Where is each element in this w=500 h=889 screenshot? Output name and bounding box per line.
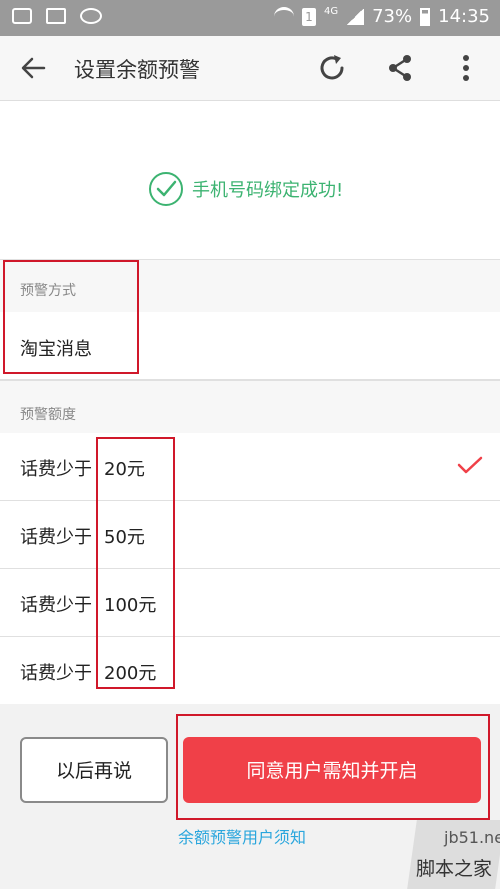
signal-icon xyxy=(346,8,365,25)
share-icon[interactable] xyxy=(384,52,416,84)
amount-option-prefix: 话费少于 xyxy=(20,527,92,548)
wechat-notification-icon xyxy=(80,8,102,24)
watermark-url: jb51.net xyxy=(444,828,500,847)
amount-option-100[interactable]: 话费少于 100元 xyxy=(0,569,500,637)
amount-section-header: 预警额度 xyxy=(0,380,500,434)
clock: 14:35 xyxy=(438,6,490,27)
gallery-notification-icon xyxy=(12,8,32,24)
annotation-box-method xyxy=(3,260,139,374)
app-bar: 设置余额预警 xyxy=(0,36,500,101)
amount-option-prefix: 话费少于 xyxy=(20,595,92,616)
amount-option-prefix: 话费少于 xyxy=(20,459,92,480)
sim-icon: 1 xyxy=(301,7,316,26)
annotation-box-agree xyxy=(176,714,490,820)
amount-option-prefix: 话费少于 xyxy=(20,663,92,684)
success-check-icon xyxy=(149,172,183,206)
amount-header-label: 预警额度 xyxy=(20,407,76,423)
amount-option-20[interactable]: 话费少于 20元 xyxy=(0,433,500,501)
wifi-icon xyxy=(273,7,294,26)
watermark-name: 脚本之家 xyxy=(416,858,493,880)
user-notice-link[interactable]: 余额预警用户须知 xyxy=(178,824,306,848)
site-watermark: jb51.net 脚本之家 xyxy=(400,820,500,889)
battery-icon xyxy=(420,7,431,26)
later-button[interactable]: 以后再说 xyxy=(20,737,168,803)
bind-success-panel: 手机号码绑定成功! xyxy=(0,101,500,259)
amount-option-200[interactable]: 话费少于 200元 xyxy=(0,637,500,705)
status-right: 1 4G 73% 14:35 xyxy=(273,6,490,27)
annotation-box-amounts xyxy=(96,437,175,689)
back-arrow-icon[interactable] xyxy=(18,53,48,83)
amount-option-50[interactable]: 话费少于 50元 xyxy=(0,501,500,569)
battery-percent: 73% xyxy=(372,6,413,27)
page-title: 设置余额预警 xyxy=(74,58,200,82)
success-message: 手机号码绑定成功! xyxy=(192,180,344,201)
mail-notification-icon xyxy=(46,8,66,24)
notification-icons xyxy=(12,8,102,24)
selected-check-icon xyxy=(457,456,483,474)
more-vert-icon[interactable] xyxy=(456,52,476,84)
status-bar: 1 4G 73% 14:35 xyxy=(0,0,500,36)
refresh-icon[interactable] xyxy=(316,52,348,84)
network-type: 4G xyxy=(323,6,339,17)
